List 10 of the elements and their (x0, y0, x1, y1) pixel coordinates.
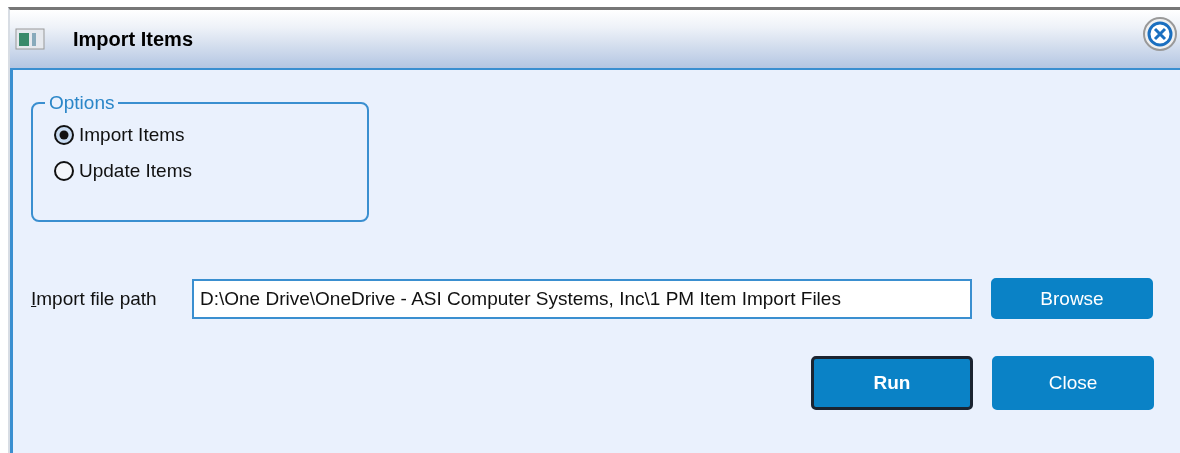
file-path-field[interactable]: D:\One Drive\OneDrive - ASI Computer Systems, Inc\1 PM Item Import Files (192, 278, 972, 319)
close-button[interactable]: Close (992, 356, 1154, 410)
browse-button[interactable]: Browse (991, 278, 1153, 319)
run-button[interactable]: Run (811, 356, 973, 410)
radio-button[interactable] (53, 124, 75, 146)
window-title: Import Items (73, 27, 195, 51)
window-icon (15, 28, 45, 50)
close-icon[interactable] (1142, 16, 1178, 52)
field-label: Import file path (31, 287, 158, 310)
radio-button[interactable] (53, 160, 75, 182)
